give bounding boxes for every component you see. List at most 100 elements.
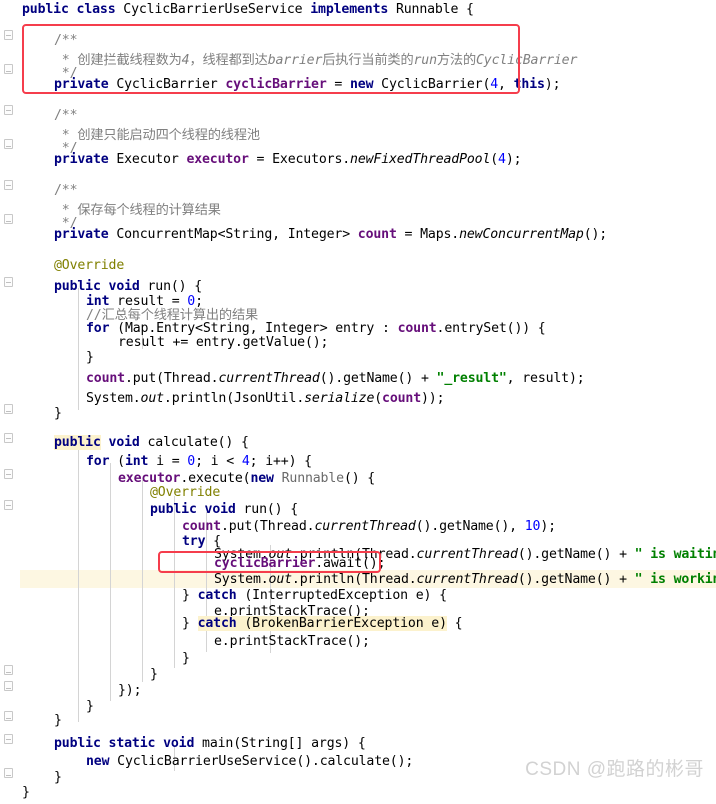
code-line[interactable]: * 保存每个线程的计算结果	[54, 201, 221, 222]
code-token: }	[86, 350, 94, 365]
code-token: currentThread	[218, 371, 320, 386]
code-line[interactable]: /**	[54, 181, 78, 202]
code-line[interactable]: private CyclicBarrier cyclicBarrier = ne…	[54, 75, 561, 96]
code-line[interactable]: * 创建拦截线程数为4，线程都到达barrier后执行当前类的run方法的Cyc…	[54, 51, 578, 72]
code-line[interactable]: }	[150, 665, 158, 686]
code-line[interactable]: /**	[54, 106, 78, 127]
code-line[interactable]: }	[54, 768, 62, 789]
code-token: Runnable {	[388, 2, 474, 17]
code-token: Executor	[108, 152, 187, 167]
code-token: ().getName() +	[517, 547, 635, 562]
code-token: /**	[54, 108, 78, 123]
indent-guide	[78, 446, 79, 722]
code-line[interactable]: * 创建只能启动四个线程的线程池	[54, 126, 260, 147]
code-token: count	[86, 371, 125, 386]
code-token: currentThread	[314, 519, 416, 534]
code-token: ().getName(),	[415, 519, 525, 534]
code-token: }	[54, 770, 62, 785]
code-token: (BrokenBarrierException e)	[236, 616, 447, 631]
code-token: cyclicBarrier	[225, 77, 327, 92]
code-line[interactable]: }	[54, 711, 62, 732]
code-token: 0	[187, 454, 196, 469]
code-token: try	[182, 534, 206, 549]
code-line[interactable]: });	[118, 681, 142, 702]
code-line[interactable]: private ConcurrentMap<String, Integer> c…	[54, 225, 607, 246]
code-token: System.	[86, 391, 141, 406]
code-token: result += entry.getValue();	[118, 335, 329, 350]
indent-guide	[110, 463, 111, 701]
code-token: }	[54, 406, 62, 421]
code-line[interactable]: private Executor executor = Executors.ne…	[54, 150, 522, 171]
code-line[interactable]: e.printStackTrace();	[214, 632, 370, 653]
code-token: @Override	[150, 485, 221, 500]
code-line[interactable]: }	[86, 348, 94, 369]
code-line[interactable]: @Override	[54, 256, 124, 277]
code-line[interactable]: result += entry.getValue();	[118, 333, 328, 354]
code-token: ().getName() +	[319, 371, 437, 386]
code-token: ().getName() +	[517, 572, 635, 587]
code-token: for	[86, 321, 110, 336]
code-line[interactable]: public class CyclicBarrierUseService imp…	[22, 0, 474, 21]
code-token: =	[326, 77, 351, 92]
code-token: }	[150, 667, 158, 682]
code-token: 4	[241, 454, 250, 469]
code-token: (	[109, 454, 125, 469]
code-token: }	[182, 616, 198, 631]
code-token: private	[54, 77, 109, 92]
code-token: static	[108, 736, 156, 751]
code-token: );	[544, 77, 561, 92]
code-token: }	[86, 699, 94, 714]
code-token: System.	[214, 572, 269, 587]
code-token: ));	[420, 391, 445, 406]
csdn-watermark: CSDN @跑路的彬哥	[525, 759, 704, 780]
code-line[interactable]: }	[86, 697, 94, 718]
code-token: 方法的	[436, 53, 476, 68]
code-token: run	[413, 53, 438, 68]
code-token: CyclicBarrier	[108, 77, 226, 92]
indent-guide	[174, 496, 175, 668]
code-token: private	[54, 227, 109, 242]
code-token: = Executors.	[248, 152, 351, 167]
code-token: ();	[583, 227, 608, 242]
code-token: public	[54, 736, 101, 751]
code-token: }	[22, 785, 30, 800]
code-line[interactable]: count.put(Thread.currentThread().getName…	[86, 369, 585, 390]
code-token: count	[382, 391, 421, 406]
code-token: 4	[498, 152, 506, 167]
code-token: void	[163, 736, 195, 751]
code-line[interactable]: }	[54, 404, 62, 425]
code-token: ,	[498, 77, 514, 92]
code-token: }	[182, 651, 190, 666]
code-token: 4	[490, 77, 499, 92]
code-token: public	[54, 435, 101, 450]
code-token: newFixedThreadPool	[350, 152, 491, 167]
code-token: void	[204, 502, 236, 517]
code-token: out	[268, 572, 293, 587]
code-line[interactable]: System.out.println(JsonUtil.serialize(co…	[86, 389, 445, 410]
code-token: (	[490, 152, 499, 167]
code-content[interactable]: public class CyclicBarrierUseService imp…	[0, 0, 716, 800]
code-token: e.printStackTrace();	[214, 634, 370, 649]
code-token: newConcurrentMap	[459, 227, 584, 242]
code-line[interactable]: public void calculate() {	[54, 433, 249, 454]
code-token: new	[350, 77, 374, 92]
code-token: }	[54, 713, 62, 728]
code-token: barrier	[267, 53, 323, 68]
code-token: " is working!"	[634, 572, 716, 587]
code-line[interactable]: }	[22, 783, 30, 804]
code-token: new	[86, 754, 110, 769]
code-token: for	[86, 454, 110, 469]
code-line[interactable]: new CyclicBarrierUseService().calculate(…	[86, 752, 413, 773]
code-token: }	[182, 588, 198, 603]
code-line[interactable]: /**	[54, 31, 78, 52]
code-token: int	[124, 454, 149, 469]
code-token: i =	[148, 454, 188, 469]
code-line[interactable]: }	[182, 649, 190, 670]
code-token: cyclicBarrier	[214, 556, 316, 571]
code-token: calculate() {	[139, 435, 249, 450]
code-token: 后执行当前类的	[322, 53, 414, 68]
code-token: @Override	[54, 258, 125, 273]
code-token: .put(Thread.	[124, 371, 219, 386]
code-line[interactable]: count.put(Thread.currentThread().getName…	[182, 517, 556, 538]
